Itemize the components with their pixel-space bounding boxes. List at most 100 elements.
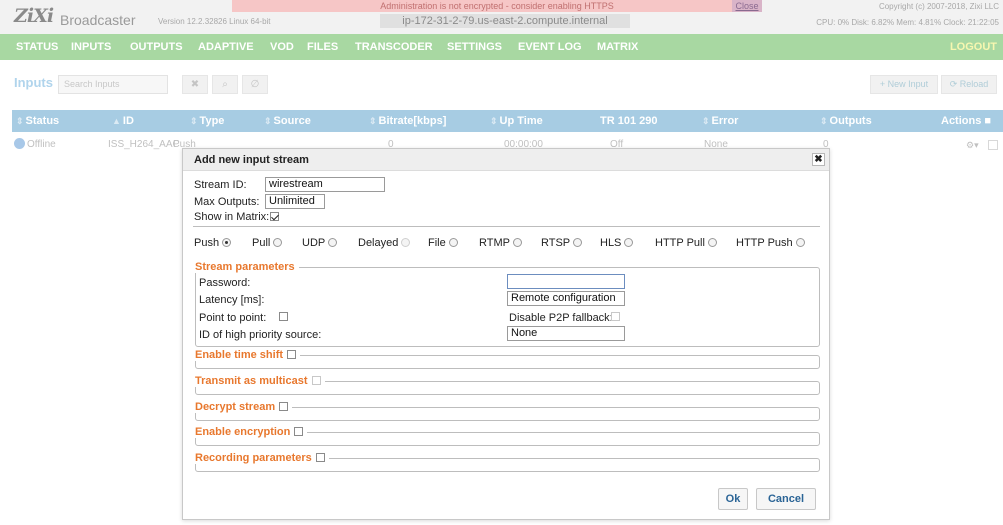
nav-matrix[interactable]: MATRIX: [597, 34, 638, 60]
nav-files[interactable]: FILES: [307, 34, 338, 60]
dialog-header: Add new input stream ✖: [183, 149, 829, 171]
radio-icon: [795, 238, 805, 247]
protocol-udp[interactable]: UDP: [302, 237, 338, 249]
radio-icon: [707, 238, 717, 247]
link-button[interactable]: ∅: [242, 75, 268, 94]
offline-status-icon: [14, 138, 25, 149]
row-actions-gear-icon[interactable]: ⚙▾: [966, 140, 979, 151]
protocol-delayed: Delayed: [358, 237, 411, 249]
multicast-checkbox[interactable]: [311, 376, 321, 385]
nav-status[interactable]: STATUS: [16, 34, 58, 60]
row-id[interactable]: ISS_H264_AAC: [108, 134, 180, 156]
max-outputs-label: Max Outputs:: [194, 196, 260, 208]
sort-icon: ⇕: [264, 116, 272, 126]
sort-icon: ⇕: [190, 116, 198, 126]
ok-button[interactable]: Ok: [718, 488, 748, 510]
sort-icon: ⇕: [16, 116, 24, 126]
nav-settings[interactable]: SETTINGS: [447, 34, 502, 60]
system-stats: CPU: 0% Disk: 6.82% Mem: 4.81% Clock: 21…: [816, 18, 999, 27]
row-select-checkbox[interactable]: [988, 140, 998, 150]
protocol-rtsp[interactable]: RTSP: [541, 237, 583, 249]
warning-close-button[interactable]: Close: [732, 0, 762, 12]
nav-adaptive[interactable]: ADAPTIVE: [198, 34, 254, 60]
row-status: Offline: [14, 134, 56, 156]
nav-transcoder[interactable]: TRANSCODER: [355, 34, 433, 60]
col-outputs[interactable]: ⇕ Outputs: [820, 110, 872, 132]
decrypt-checkbox[interactable]: [279, 402, 289, 411]
sort-icon: ⇕: [820, 116, 828, 126]
main-nav: STATUS INPUTS OUTPUTS ADAPTIVE VOD FILES…: [0, 34, 1003, 60]
col-error[interactable]: ⇕ Error: [702, 110, 738, 132]
clear-icon: ✖: [190, 79, 200, 90]
protocol-pull[interactable]: Pull: [252, 237, 283, 249]
max-outputs-input[interactable]: Unlimited: [265, 194, 325, 209]
priority-source-input[interactable]: None: [507, 326, 625, 341]
select-all-checkbox[interactable]: ■: [984, 115, 991, 127]
recording-checkbox[interactable]: [315, 453, 325, 462]
nav-event-log[interactable]: EVENT LOG: [518, 34, 582, 60]
copyright-text: Copyright (c) 2007-2018, Zixi LLC: [878, 2, 999, 11]
search-button[interactable]: ⌕: [212, 75, 238, 94]
logout-link[interactable]: LOGOUT: [950, 34, 997, 60]
stream-id-input[interactable]: wirestream: [265, 177, 385, 192]
app-header: ZiXi Broadcaster Version 12.2.32826 Linu…: [0, 0, 1003, 34]
col-actions: Actions ■: [941, 115, 992, 127]
radio-disabled-icon: [401, 238, 411, 247]
protocol-rtmp[interactable]: RTMP: [479, 237, 522, 249]
inputs-toolbar: Inputs Search Inputs ✖ ⌕ ∅ + New Input ⟳…: [0, 60, 1003, 106]
sort-icon: ⇕: [369, 116, 377, 126]
protocol-http-push[interactable]: HTTP Push: [736, 237, 805, 249]
inputs-table-header: ⇕ Status ▲ ID ⇕ Type ⇕ Source ⇕ Bitrate[kbps]…: [12, 110, 1003, 132]
col-source[interactable]: ⇕ Source: [264, 110, 311, 132]
point-to-point-checkbox[interactable]: [279, 312, 288, 321]
dialog-close-button[interactable]: ✖: [812, 153, 825, 166]
nav-outputs[interactable]: OUTPUTS: [130, 34, 183, 60]
radio-icon: [273, 238, 283, 247]
col-id[interactable]: ▲ ID: [112, 110, 134, 132]
divider: [193, 226, 820, 227]
col-tr101290: TR 101 290: [600, 115, 658, 127]
nav-inputs[interactable]: INPUTS: [71, 34, 111, 60]
protocol-hls[interactable]: HLS: [600, 237, 634, 249]
col-bitrate[interactable]: ⇕ Bitrate[kbps]: [369, 110, 446, 132]
time-shift-checkbox[interactable]: [287, 350, 297, 359]
enable-encryption-toggle[interactable]: Enable encryption: [195, 426, 308, 438]
latency-label: Latency [ms]:: [199, 294, 265, 306]
password-input[interactable]: [507, 274, 625, 289]
col-status[interactable]: ⇕ Status: [16, 110, 59, 132]
col-uptime[interactable]: ⇕ Up Time: [490, 110, 543, 132]
password-label: Password:: [199, 277, 251, 289]
latency-input[interactable]: Remote configuration: [507, 291, 625, 306]
show-in-matrix-checkbox[interactable]: [270, 212, 279, 221]
reload-button[interactable]: ⟳ Reload: [941, 75, 997, 94]
hostname: ip-172-31-2-79.us-east-2.compute.interna…: [380, 14, 630, 28]
search-input[interactable]: Search Inputs: [58, 75, 168, 94]
radio-icon: [328, 238, 338, 247]
col-type[interactable]: ⇕ Type: [190, 110, 224, 132]
disable-p2p-fallback-checkbox[interactable]: [611, 312, 620, 321]
version-text: Version 12.2.32826 Linux 64-bit: [158, 17, 271, 26]
protocol-push[interactable]: Push: [194, 237, 232, 249]
new-input-button[interactable]: + New Input: [870, 75, 938, 94]
protocol-http-pull[interactable]: HTTP Pull: [655, 237, 717, 249]
nav-vod[interactable]: VOD: [270, 34, 294, 60]
stream-id-label: Stream ID:: [194, 179, 247, 191]
https-warning-text: Administration is not encrypted - consid…: [380, 1, 614, 11]
cancel-button[interactable]: Cancel: [756, 488, 816, 510]
sort-icon: ⇕: [702, 116, 710, 126]
enable-time-shift-toggle[interactable]: Enable time shift: [195, 349, 301, 361]
sort-icon: ⇕: [490, 116, 498, 126]
recording-parameters-toggle[interactable]: Recording parameters: [195, 452, 329, 464]
https-warning-banner: Administration is not encrypted - consid…: [232, 0, 762, 12]
priority-source-label: ID of high priority source:: [199, 329, 322, 341]
encryption-checkbox[interactable]: [294, 427, 304, 436]
page-title: Inputs: [14, 75, 53, 90]
disable-p2p-fallback-label: Disable P2P fallback:: [509, 312, 613, 324]
transmit-multicast-toggle[interactable]: Transmit as multicast: [195, 375, 325, 387]
radio-icon: [573, 238, 583, 247]
protocol-file[interactable]: File: [428, 237, 458, 249]
clear-search-button[interactable]: ✖: [182, 75, 208, 94]
dialog-title: Add new input stream: [194, 154, 309, 166]
sort-asc-icon: ▲: [112, 116, 121, 126]
decrypt-stream-toggle[interactable]: Decrypt stream: [195, 401, 293, 413]
